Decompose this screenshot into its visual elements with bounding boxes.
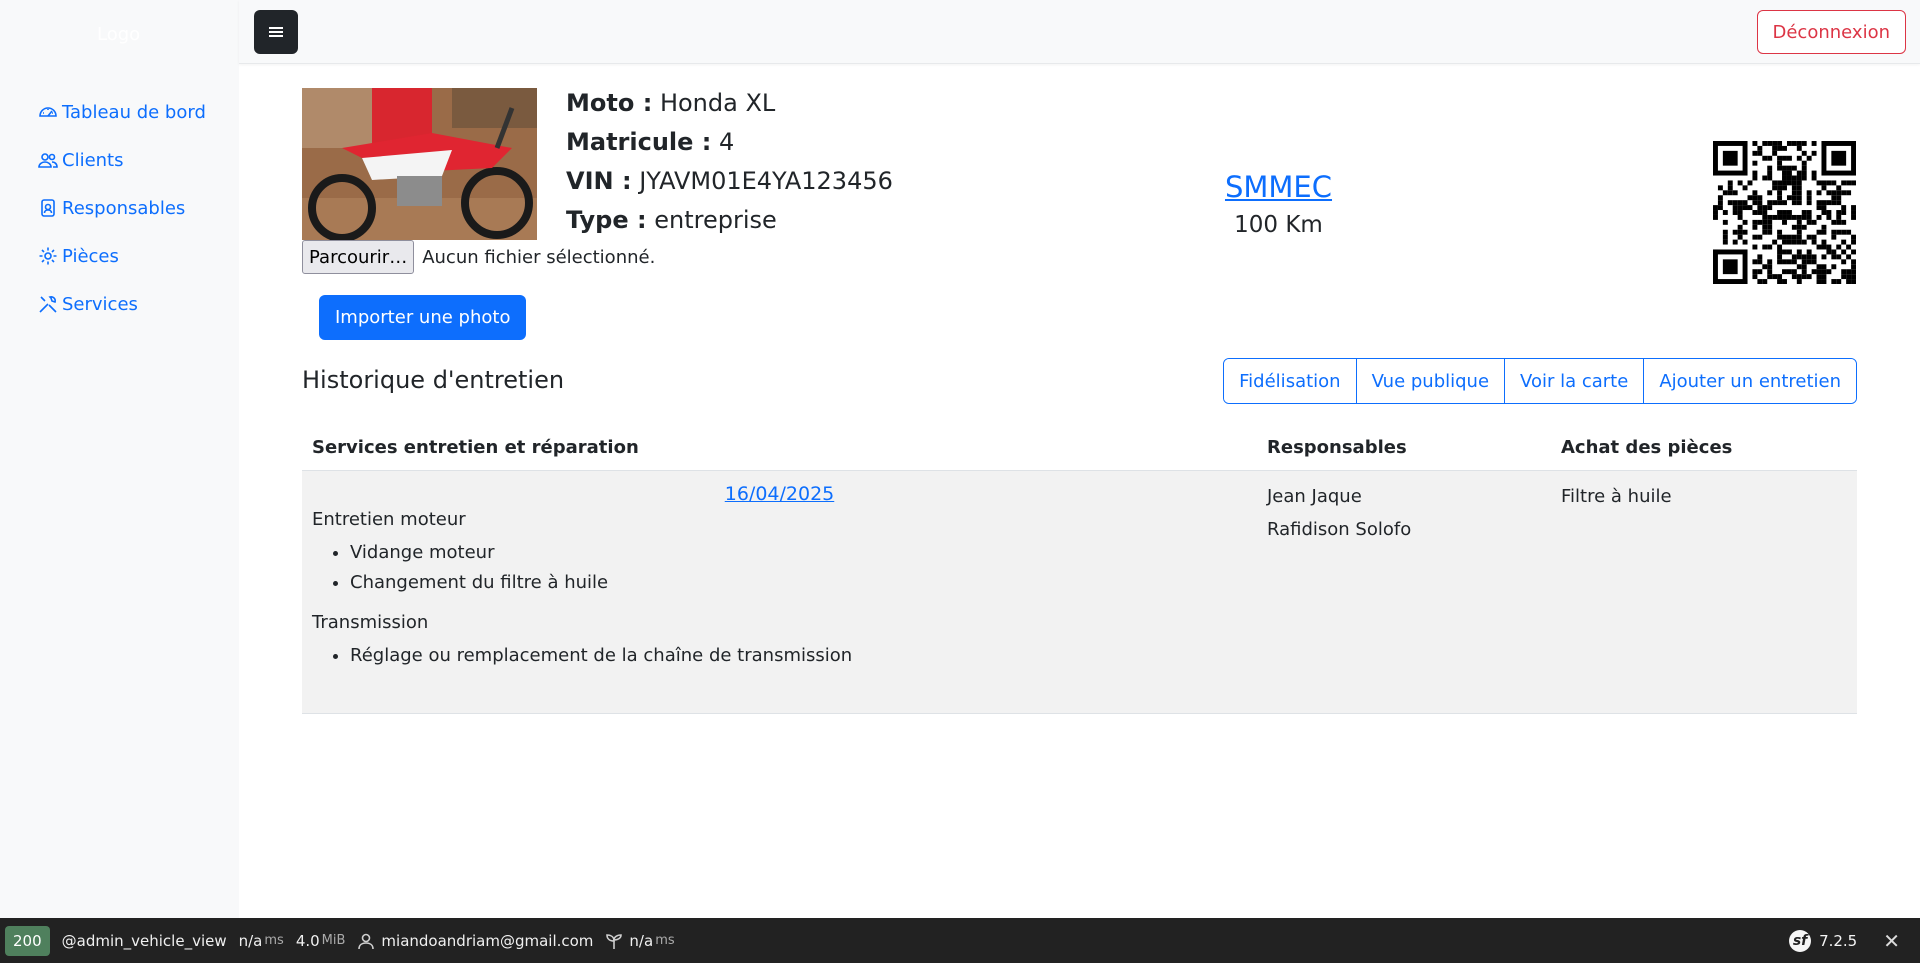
- debug-toolbar: 200 @admin_vehicle_view n/a ms 4.0 MiB mia…: [0, 918, 1920, 963]
- sidebar-item-label: Services: [62, 293, 138, 315]
- sidebar-toggle-button[interactable]: [254, 10, 298, 54]
- public-view-button[interactable]: Vue publique: [1355, 359, 1505, 403]
- maintenance-date-link[interactable]: 16/04/2025: [312, 483, 1247, 505]
- tools-icon: [39, 296, 57, 313]
- browse-button[interactable]: Parcourir…: [302, 240, 415, 274]
- symfony-logo-icon[interactable]: sf: [1789, 929, 1812, 952]
- photo-file-input: Parcourir… Aucun fichier sélectionné.: [302, 240, 655, 274]
- column-header-pieces: Achat des pièces: [1561, 436, 1733, 458]
- mileage: 100 Km: [1234, 212, 1323, 238]
- list-item: Changement du filtre à huile: [350, 568, 1247, 598]
- route-label: @admin_vehicle_view: [61, 931, 227, 950]
- topbar: Déconnexion: [239, 0, 1920, 64]
- sidebar-item-label: Clients: [62, 149, 124, 171]
- sprout-icon: [606, 933, 623, 949]
- matricule-value: 4: [719, 128, 735, 156]
- sidebar-item-label: Responsables: [62, 197, 186, 219]
- sidebar: Logo Tableau de bord Clients Responsable…: [0, 0, 239, 918]
- list-item: Réglage ou remplacement de la chaîne de …: [350, 641, 1247, 671]
- services-cell: 16/04/2025 Entretien moteur Vidange mote…: [302, 471, 1257, 713]
- import-photo-button[interactable]: Importer une photo: [319, 295, 527, 340]
- matricule-row: Matricule : 4: [566, 123, 893, 162]
- piece-name: Filtre à huile: [1561, 486, 1672, 507]
- sidebar-item-label: Pièces: [62, 245, 119, 267]
- type-value: entreprise: [654, 206, 777, 234]
- company-link[interactable]: SMMEC: [1180, 170, 1377, 204]
- user-icon: [358, 933, 375, 949]
- view-map-button[interactable]: Voir la carte: [1504, 359, 1644, 403]
- user-info[interactable]: miandoandriam@gmail.com: [357, 932, 593, 950]
- sidebar-item-pieces[interactable]: Pièces: [38, 232, 206, 280]
- time-value: n/a: [238, 931, 263, 950]
- gear-icon: [39, 247, 57, 265]
- sidebar-item-clients[interactable]: Clients: [38, 136, 206, 184]
- symfony-version[interactable]: 7.2.5: [1819, 932, 1857, 950]
- sidebar-item-services[interactable]: Services: [38, 280, 206, 328]
- moto-value: Honda XL: [659, 89, 776, 117]
- company-block: SMMEC 100 Km: [1180, 170, 1377, 238]
- type-row: Type : entreprise: [566, 201, 893, 240]
- table-header: Services entretien et réparation Respons…: [302, 424, 1857, 471]
- responsables-cell: Jean Jaque Rafidison Solofo: [1257, 471, 1551, 713]
- moto-label: Moto :: [566, 89, 653, 117]
- memory-unit: MiB: [321, 933, 346, 948]
- vin-value: JYAVM01E4YA123456: [639, 167, 893, 195]
- table-row: 16/04/2025 Entretien moteur Vidange mote…: [302, 471, 1857, 714]
- memory-value: 4.0: [295, 931, 320, 950]
- request-time[interactable]: n/a ms: [239, 932, 284, 950]
- service-group-title: Transmission: [312, 612, 429, 633]
- logout-button[interactable]: Déconnexion: [1756, 10, 1906, 54]
- column-header-responsables: Responsables: [1267, 436, 1407, 458]
- moto-row: Moto : Honda XL: [566, 84, 893, 123]
- time-unit: ms: [264, 933, 284, 948]
- service-list: Vidange moteur Changement du filtre à hu…: [312, 538, 1247, 598]
- sidebar-item-tableau-de-bord[interactable]: Tableau de bord: [38, 88, 206, 136]
- vehicle-photo: [302, 88, 537, 240]
- init-value: n/a: [629, 931, 654, 950]
- sidebar-nav: Tableau de bord Clients Responsables Piè…: [38, 88, 206, 328]
- history-table: Services entretien et réparation Respons…: [302, 424, 1857, 714]
- file-status: Aucun fichier sélectionné.: [422, 246, 656, 268]
- memory-usage[interactable]: 4.0 MiB: [296, 932, 346, 950]
- user-email: miandoandriam@gmail.com: [381, 931, 594, 950]
- pieces-cell: Filtre à huile: [1551, 471, 1857, 713]
- history-title: Historique d'entretien: [302, 366, 565, 394]
- sidebar-item-label: Tableau de bord: [62, 101, 206, 123]
- responsable-name: Jean Jaque: [1267, 486, 1362, 507]
- qr-code: [1713, 141, 1856, 284]
- service-group-title: Entretien moteur: [312, 509, 466, 530]
- matricule-label: Matricule :: [566, 128, 712, 156]
- responsable-name: Rafidison Solofo: [1267, 519, 1412, 540]
- speedometer-icon: [39, 107, 57, 117]
- list-item: Vidange moteur: [350, 538, 1247, 568]
- add-maintenance-button[interactable]: Ajouter un entretien: [1643, 359, 1856, 403]
- init-time[interactable]: n/a ms: [605, 931, 675, 950]
- debug-right: sf 7.2.5 ✕: [1789, 918, 1900, 963]
- status-badge[interactable]: 200: [5, 925, 50, 956]
- type-label: Type :: [566, 206, 647, 234]
- route-name[interactable]: @admin_vehicle_view: [62, 932, 227, 950]
- logo: Logo: [97, 24, 141, 45]
- vin-label: VIN :: [566, 167, 632, 195]
- sidebar-item-responsables[interactable]: Responsables: [38, 184, 206, 232]
- close-icon[interactable]: ✕: [1883, 929, 1900, 953]
- hamburger-icon: [269, 27, 283, 37]
- history-actions: Fidélisation Vue publique Voir la carte …: [1223, 358, 1857, 404]
- column-header-services: Services entretien et réparation: [312, 436, 639, 458]
- service-list: Réglage ou remplacement de la chaîne de …: [312, 641, 1247, 671]
- vehicle-info: Moto : Honda XL Matricule : 4 VIN : JYAV…: [566, 84, 893, 240]
- vin-row: VIN : JYAVM01E4YA123456: [566, 162, 893, 201]
- fidelisation-button[interactable]: Fidélisation: [1224, 359, 1356, 403]
- init-unit: ms: [655, 933, 675, 948]
- badge-icon: [41, 199, 55, 217]
- people-icon: [38, 153, 58, 168]
